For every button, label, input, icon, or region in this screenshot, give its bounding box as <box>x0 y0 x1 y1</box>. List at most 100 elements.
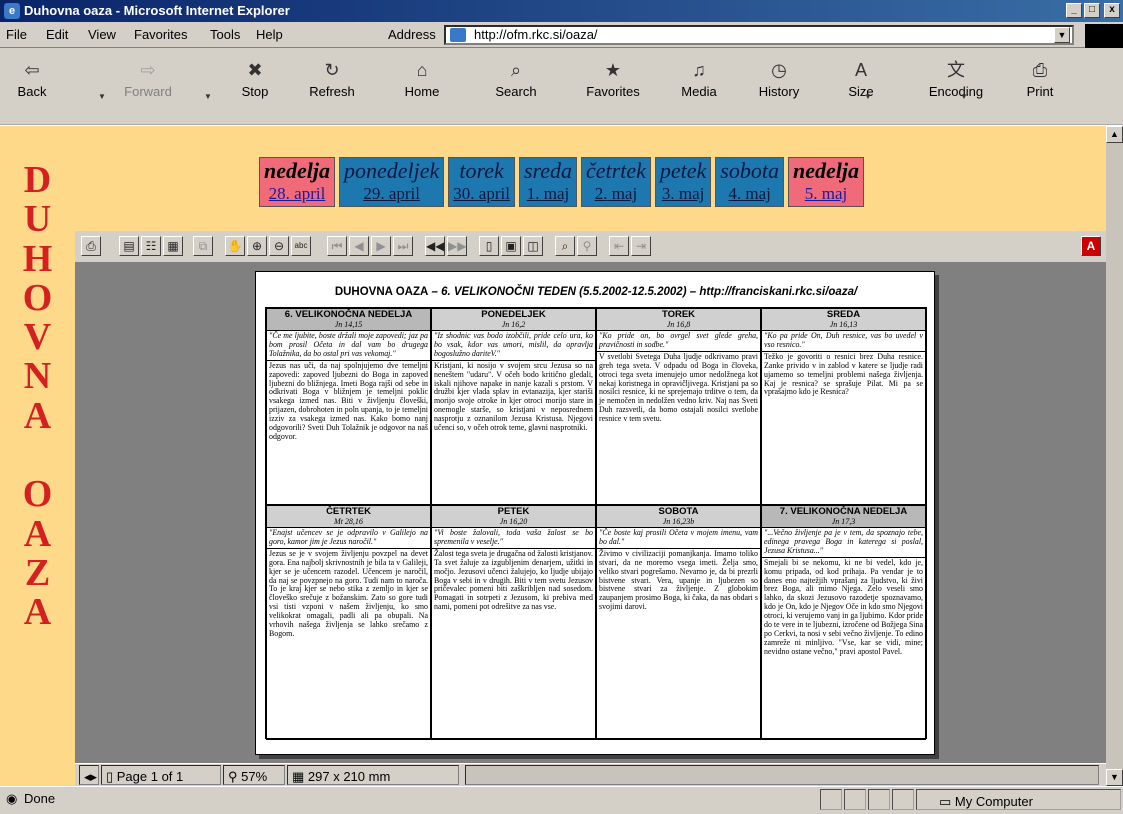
minimize-button[interactable]: _ <box>1066 3 1082 18</box>
day-cell: 6. VELIKONOČNA NEDELJA Jn 14,15 "Če me lju… <box>266 308 431 505</box>
forward-button[interactable]: ⇨ Forward <box>108 56 188 118</box>
day-date-link[interactable]: 30. april <box>453 184 510 204</box>
day-date-link[interactable]: 4. maj <box>720 184 779 204</box>
encoding-dropdown-icon[interactable]: ▼ <box>960 92 968 101</box>
search-button[interactable]: ⌕ Search <box>488 56 544 118</box>
side-letter: A <box>23 512 52 555</box>
pdf-bookmarks-icon[interactable]: ▦ <box>163 236 183 256</box>
day-tab[interactable]: četrtek 2. maj <box>581 157 651 207</box>
windows-logo-icon <box>1085 24 1123 48</box>
menu-file[interactable]: File <box>6 27 27 42</box>
pdf-title-prefix: DUHOVNA OAZA <box>334 286 429 298</box>
stop-button[interactable]: ✖ Stop <box>232 56 278 118</box>
day-date-link[interactable]: 5. maj <box>793 184 859 204</box>
pdf-search-icon[interactable]: ⚲ <box>577 236 597 256</box>
pdf-single-page-icon[interactable]: ▤ <box>119 236 139 256</box>
pdf-page-indicator[interactable]: ▯ Page 1 of 1 <box>101 765 221 785</box>
pdf-go-forward-icon[interactable]: ▶▶ <box>447 236 467 256</box>
day-tab[interactable]: nedelja 28. april <box>259 157 335 207</box>
pdf-fit-page-icon[interactable]: ▣ <box>501 236 521 256</box>
size-button[interactable]: A Size <box>836 56 886 118</box>
zone-label: My Computer <box>954 794 1033 809</box>
pdf-print-icon[interactable]: ⎙ <box>81 236 101 256</box>
menu-edit[interactable]: Edit <box>46 27 68 42</box>
pdf-first-page-icon[interactable]: ⏮ <box>327 236 347 256</box>
print-button[interactable]: ⎙ Print <box>1018 56 1062 118</box>
close-button[interactable]: x <box>1104 3 1120 18</box>
pdf-text-select-icon[interactable]: abc <box>291 236 311 256</box>
pdf-viewer: ⎙ ▤ ☷ ▦ ⧉ ✋ ⊕ ⊖ abc ⏮ ◀ ▶ ⏭ ◀◀ ▶▶ ▯ ▣ ◫ … <box>75 231 1106 786</box>
pdf-prev-page-icon[interactable]: ◀ <box>349 236 369 256</box>
pdf-thumbnails-icon[interactable]: ☷ <box>141 236 161 256</box>
home-button[interactable]: ⌂ Home <box>398 56 446 118</box>
pdf-rotate-right-icon[interactable]: ⇥ <box>631 236 651 256</box>
back-dropdown-icon[interactable]: ▼ <box>98 92 106 101</box>
pdf-hand-icon[interactable]: ✋ <box>225 236 245 256</box>
side-letter: U <box>23 198 52 241</box>
day-tab[interactable]: petek 3. maj <box>654 157 712 207</box>
scroll-up-icon[interactable]: ▲ <box>1106 126 1123 143</box>
day-name: četrtek <box>586 158 646 183</box>
favorites-button[interactable]: ★ Favorites <box>578 56 648 118</box>
day-date-link[interactable]: 3. maj <box>660 184 706 204</box>
day-tab[interactable]: sobota 4. maj <box>715 157 784 207</box>
day-date-link[interactable]: 28. april <box>264 184 330 204</box>
pdf-go-back-icon[interactable]: ◀◀ <box>425 236 445 256</box>
encoding-button[interactable]: 文 Encoding <box>918 56 994 118</box>
menu-favorites[interactable]: Favorites <box>134 27 187 42</box>
media-button[interactable]: ♫ Media <box>672 56 726 118</box>
chevron-down-icon[interactable]: ▼ <box>1054 27 1070 43</box>
address-input[interactable]: http://ofm.rkc.si/oaza/ ▼ <box>444 25 1074 45</box>
back-button[interactable]: ⇦ Back <box>4 56 60 118</box>
history-button[interactable]: ◷ History <box>750 56 808 118</box>
pdf-zoom-out-icon[interactable]: ⊖ <box>269 236 289 256</box>
maximize-button[interactable]: □ <box>1084 3 1100 18</box>
pdf-last-page-icon[interactable]: ⏭ <box>393 236 413 256</box>
side-title: DUHOVNAOAZA <box>0 159 75 633</box>
pdf-horizontal-scrollbar[interactable] <box>465 765 1099 785</box>
page-icon: ▯ <box>106 769 117 784</box>
pdf-zoom-in-icon[interactable]: ⊕ <box>247 236 267 256</box>
size-dropdown-icon[interactable]: ▼ <box>864 92 872 101</box>
day-date-link[interactable]: 29. april <box>344 184 439 204</box>
status-text: Done <box>24 791 56 806</box>
pdf-zoom-indicator[interactable]: ⚲ 57% <box>223 765 285 785</box>
day-tab[interactable]: torek 30. april <box>448 157 515 207</box>
pdf-rotate-left-icon[interactable]: ⇤ <box>609 236 629 256</box>
day-tab[interactable]: sreda 1. maj <box>518 157 578 207</box>
pdf-split-icon[interactable]: ◂▸ <box>79 765 99 785</box>
cell-reference: Jn 16,13 <box>829 320 858 329</box>
cell-title: 6. VELIKONOČNA NEDELJA <box>284 309 413 320</box>
day-date-link[interactable]: 2. maj <box>586 184 646 204</box>
day-tab[interactable]: ponedeljek 29. april <box>339 157 445 207</box>
forward-dropdown-icon[interactable]: ▼ <box>204 92 212 101</box>
day-date-link[interactable]: 1. maj <box>524 184 572 204</box>
cell-header: SOBOTA Jn 16,23b <box>597 506 760 528</box>
pdf-page: DUHOVNA OAZA – 6. VELIKONOČNI TEDEN (5.5… <box>255 271 935 755</box>
pdf-next-page-icon[interactable]: ▶ <box>371 236 391 256</box>
history-icon: ◷ <box>771 60 787 80</box>
cell-quote: "Če boste kaj prosili Očeta v mojem imen… <box>597 528 760 549</box>
week-grid: 6. VELIKONOČNA NEDELJA Jn 14,15 "Če me lju… <box>265 307 927 740</box>
toolbar-label: Media <box>681 84 717 99</box>
cell-header: ČETRTEK Mt 28,16 <box>267 506 430 528</box>
menu-tools[interactable]: Tools <box>210 27 240 42</box>
print-icon: ⎙ <box>1032 60 1048 80</box>
title-bar: e Duhovna oaza - Microsoft Internet Expl… <box>0 0 1123 22</box>
size-icon: ▦ <box>292 769 308 784</box>
scroll-down-icon[interactable]: ▼ <box>1106 769 1123 786</box>
side-letter: D <box>23 159 52 201</box>
day-tab[interactable]: nedelja 5. maj <box>787 157 864 207</box>
menu-help[interactable]: Help <box>256 27 283 42</box>
refresh-button[interactable]: ↻ Refresh <box>300 56 364 118</box>
acrobat-logo-icon: A <box>1081 236 1101 256</box>
pdf-fit-width-icon[interactable]: ◫ <box>523 236 543 256</box>
pdf-copy-icon[interactable]: ⧉ <box>193 236 213 256</box>
pdf-actual-size-icon[interactable]: ▯ <box>479 236 499 256</box>
page-vertical-scrollbar[interactable]: ▲ ▼ <box>1106 126 1123 786</box>
menu-view[interactable]: View <box>88 27 116 42</box>
pdf-find-icon[interactable]: ⌕ <box>555 236 575 256</box>
encoding-icon: 文 <box>947 60 965 80</box>
cell-reference: Jn 16,23b <box>662 517 695 526</box>
side-letter: O <box>22 276 53 319</box>
